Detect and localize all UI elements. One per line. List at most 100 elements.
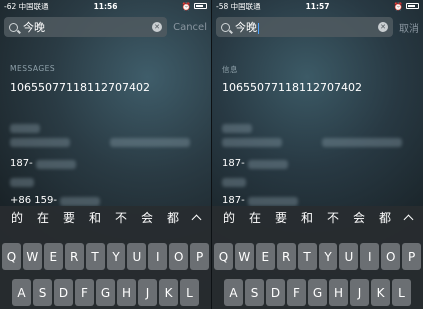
key[interactable]: S <box>33 279 52 306</box>
candidate[interactable]: 不 <box>327 209 339 226</box>
screenshot-pair: -62 中国联通 11:56 ⏰ 今晚 ✕ Cancel MESSAGES 10… <box>0 0 423 309</box>
key[interactable]: G <box>308 279 327 306</box>
clock: 11:57 <box>305 1 330 11</box>
key[interactable]: K <box>159 279 178 306</box>
candidate[interactable]: 要 <box>63 209 75 226</box>
candidate[interactable]: 会 <box>141 209 153 226</box>
status-bar: -62 中国联通 11:56 ⏰ <box>0 0 211 12</box>
key[interactable]: S <box>245 279 264 306</box>
key[interactable]: U <box>339 243 359 270</box>
key[interactable]: Y <box>318 243 338 270</box>
left-screen: -62 中国联通 11:56 ⏰ 今晚 ✕ Cancel MESSAGES 10… <box>0 0 211 309</box>
battery-icon <box>406 3 419 9</box>
candidate[interactable]: 会 <box>353 209 365 226</box>
blurred-text <box>322 138 402 147</box>
clear-icon[interactable]: ✕ <box>378 22 388 32</box>
candidate[interactable]: 要 <box>275 209 287 226</box>
cancel-button[interactable]: 取消 <box>399 20 419 35</box>
blurred-text <box>222 178 246 187</box>
key[interactable]: E <box>255 243 275 270</box>
key[interactable]: R <box>276 243 296 270</box>
search-field[interactable]: 今晚 ✕ <box>216 17 393 37</box>
blurred-text <box>10 138 70 147</box>
candidate-bar: 的 在 要 和 不 会 都 <box>0 206 211 228</box>
key[interactable]: O <box>169 243 189 270</box>
keyboard: 的 在 要 和 不 会 都 Q W E R T Y U I O P A S D … <box>0 206 211 309</box>
search-query-wrap: 今晚 <box>235 19 373 35</box>
key[interactable]: J <box>138 279 157 306</box>
candidate[interactable]: 在 <box>249 209 261 226</box>
clock: 11:56 <box>93 1 118 11</box>
battery-icon <box>194 3 207 9</box>
candidate[interactable]: 在 <box>37 209 49 226</box>
key[interactable]: W <box>22 243 42 270</box>
key-row-1: Q W E R T Y U I O P <box>2 243 210 270</box>
key[interactable]: P <box>190 243 210 270</box>
search-query: 今晚 <box>23 21 45 34</box>
search-row: 今晚 ✕ 取消 <box>216 16 419 38</box>
blurred-text <box>222 124 252 133</box>
key[interactable]: A <box>224 279 243 306</box>
blurred-text <box>248 197 298 206</box>
expand-candidates-icon[interactable] <box>191 214 202 224</box>
section-title: 信息 <box>222 65 238 74</box>
key[interactable]: R <box>64 243 84 270</box>
candidate[interactable]: 不 <box>115 209 127 226</box>
contact-line[interactable]: 187- <box>222 195 245 206</box>
cancel-button[interactable]: Cancel <box>173 22 207 33</box>
key[interactable]: G <box>96 279 115 306</box>
search-icon <box>9 22 18 32</box>
key-row-2: A S D F G H J K L <box>2 279 209 306</box>
top-result[interactable]: 10655077118112707402 <box>222 81 362 94</box>
key[interactable]: J <box>350 279 369 306</box>
key[interactable]: O <box>381 243 401 270</box>
key[interactable]: T <box>297 243 317 270</box>
candidate[interactable]: 和 <box>89 209 101 226</box>
candidate[interactable]: 都 <box>379 209 391 226</box>
contact-line[interactable]: 187- <box>222 158 245 169</box>
candidate[interactable]: 的 <box>11 209 23 226</box>
key[interactable]: P <box>402 243 422 270</box>
key[interactable]: K <box>371 279 390 306</box>
key[interactable]: H <box>117 279 136 306</box>
key[interactable]: L <box>392 279 411 306</box>
search-query: 今晚 <box>235 21 257 34</box>
key-row-1: Q W E R T Y U I O P <box>214 243 422 270</box>
key[interactable]: L <box>180 279 199 306</box>
key[interactable]: I <box>360 243 380 270</box>
blurred-text <box>10 178 34 187</box>
blurred-text <box>222 138 282 147</box>
candidate[interactable]: 和 <box>301 209 313 226</box>
key[interactable]: H <box>329 279 348 306</box>
key-row-2: A S D F G H J K L <box>214 279 421 306</box>
key[interactable]: I <box>148 243 168 270</box>
blurred-text <box>248 160 288 169</box>
key[interactable]: D <box>54 279 73 306</box>
key[interactable]: Y <box>106 243 126 270</box>
status-bar: -58 中国联通 11:57 ⏰ <box>212 0 423 12</box>
key[interactable]: W <box>234 243 254 270</box>
blurred-text <box>60 197 100 206</box>
key[interactable]: E <box>43 243 63 270</box>
expand-candidates-icon[interactable] <box>403 214 414 224</box>
candidate-bar: 的 在 要 和 不 会 都 <box>212 206 423 228</box>
contact-line[interactable]: +86 159- <box>10 195 57 206</box>
clear-icon[interactable]: ✕ <box>152 22 163 32</box>
text-caret <box>258 22 259 34</box>
search-field[interactable]: 今晚 ✕ <box>4 17 168 37</box>
top-result[interactable]: 10655077118112707402 <box>10 81 150 94</box>
key[interactable]: T <box>85 243 105 270</box>
candidate[interactable]: 都 <box>167 209 179 226</box>
key[interactable]: Q <box>214 243 233 270</box>
key[interactable]: U <box>127 243 147 270</box>
candidate[interactable]: 的 <box>223 209 235 226</box>
key[interactable]: F <box>287 279 306 306</box>
contact-line[interactable]: 187- <box>10 158 33 169</box>
key[interactable]: A <box>12 279 31 306</box>
key[interactable]: D <box>266 279 285 306</box>
search-row: 今晚 ✕ Cancel <box>4 16 207 38</box>
key[interactable]: Q <box>2 243 21 270</box>
keyboard: 的 在 要 和 不 会 都 Q W E R T Y U I O P A S D … <box>212 206 423 309</box>
blurred-text <box>36 160 76 169</box>
key[interactable]: F <box>75 279 94 306</box>
